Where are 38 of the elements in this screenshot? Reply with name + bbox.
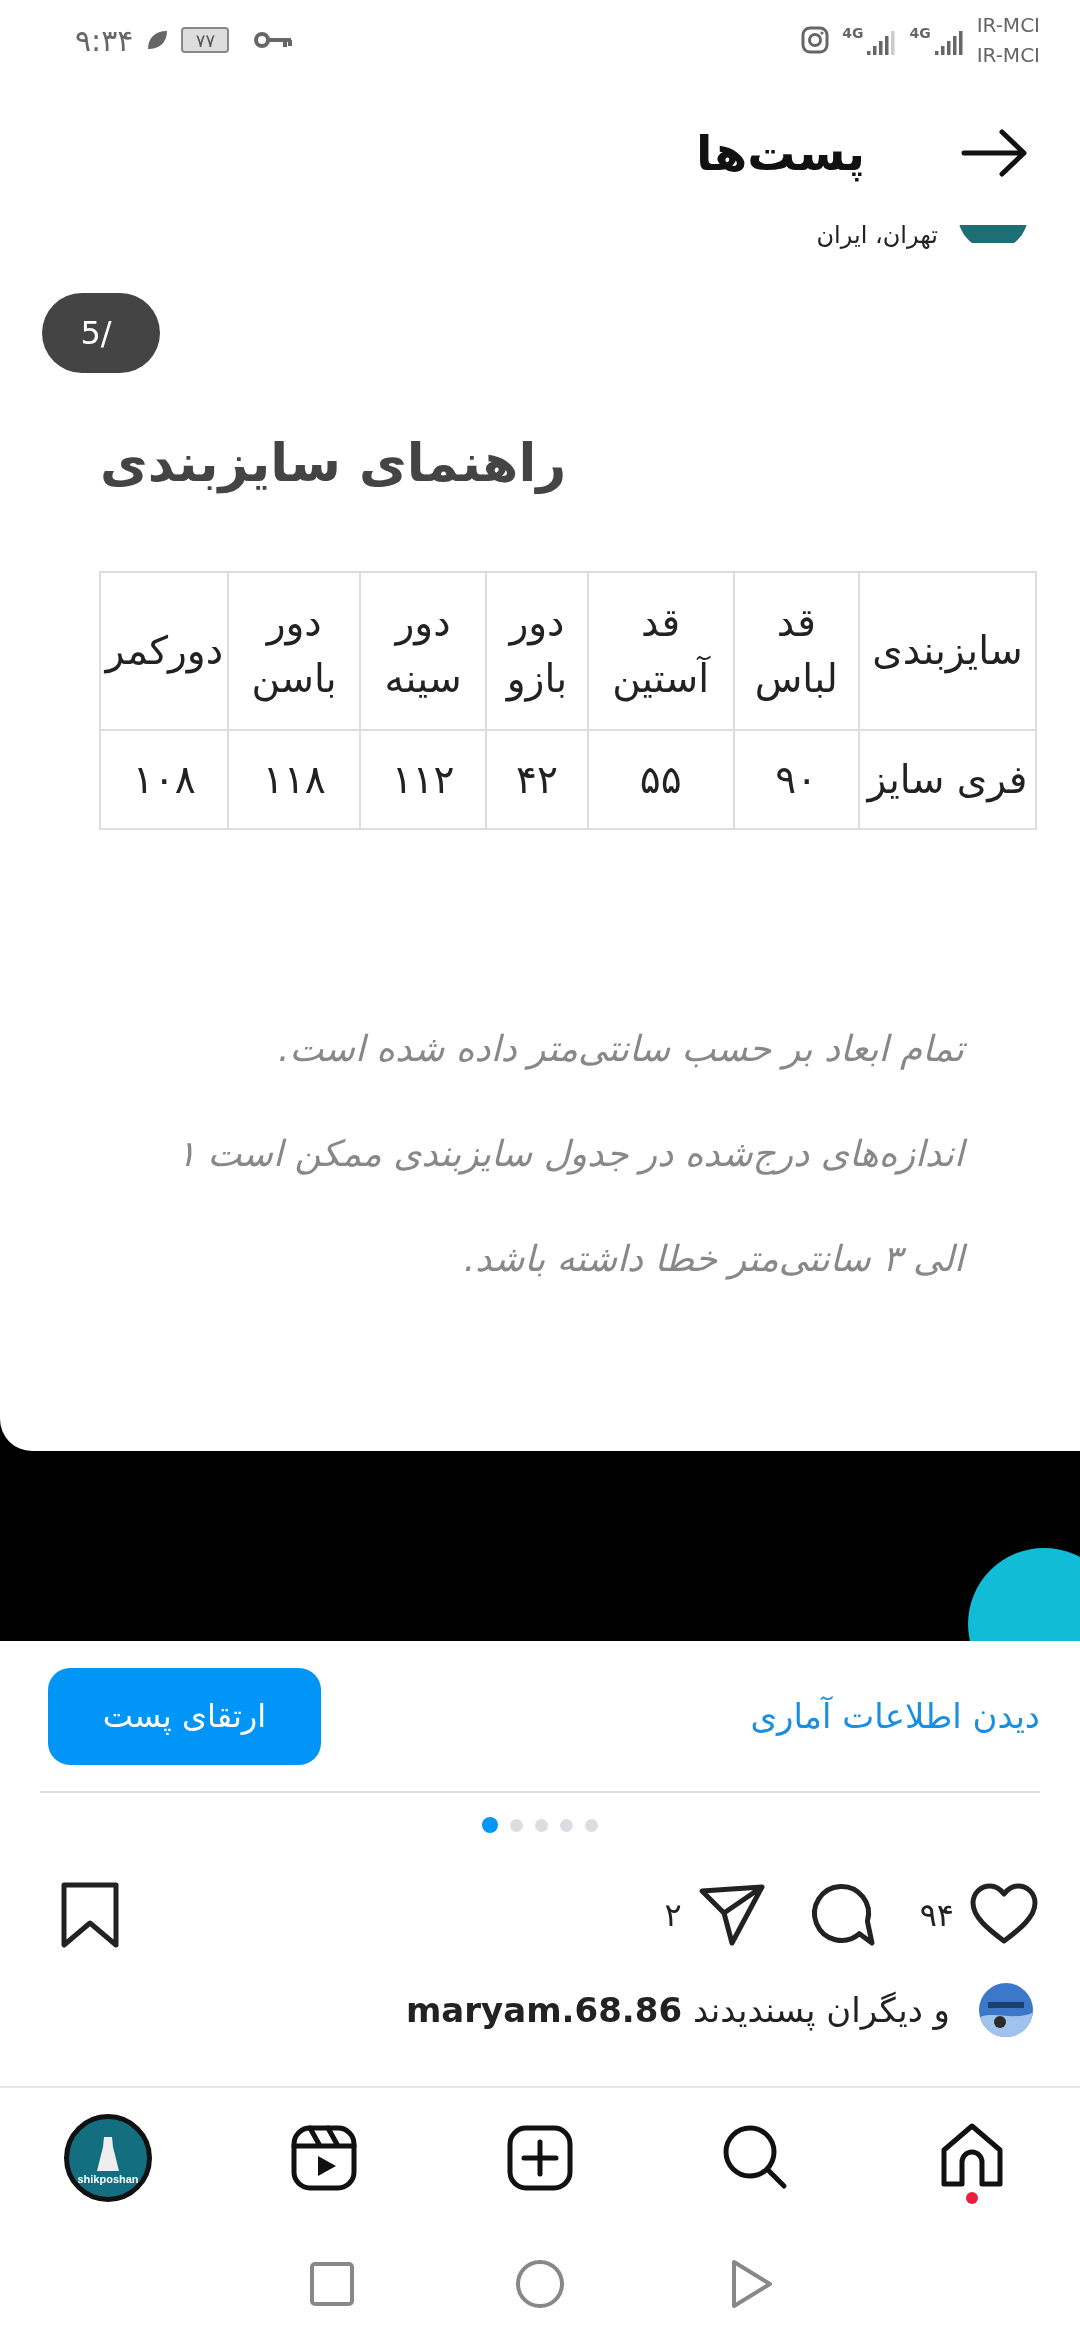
back-button[interactable] [960,127,1030,178]
leaf-icon [145,28,170,52]
table-cell: ۹۰ [733,730,859,829]
note-text: اندازه‌های درج‌شده در جدول سایزبندی ممکن است ۱ الی ۳ سانتی‌متر خطا داشته باشد. [150,1101,968,1311]
table-cell: فری سایز [858,730,1036,829]
column-header: دور سینه [359,572,487,730]
column-header: دور بازو [486,572,588,730]
logo-text: shikposhan [77,2173,139,2185]
column-header: دور باسن [228,572,360,730]
insights-link[interactable]: دیدن اطلاعات آماری [750,1696,1040,1736]
dress-icon [95,2135,121,2173]
table-cell: ۱۱۲ [359,730,487,829]
table-cell: ۴۲ [486,730,588,829]
column-header: قد آستین [587,572,734,730]
chart-title: راهنمای سایزبندی [100,433,567,493]
column-header: قد لباس [733,572,859,730]
clock-time: ۹:۳۴ [75,22,134,58]
column-header: دورکمر [100,572,229,730]
table-cell: ۱۰۸ [100,730,229,829]
network-type: 4G [909,25,931,41]
nav-profile-button[interactable]: shikposhan [0,2108,216,2208]
carrier-name: IR-MCI [976,12,1040,39]
table-cell: ۱۱۸ [228,730,360,829]
table-cell: ۵۵ [587,730,734,829]
column-header: سایزبندی [858,572,1036,730]
arrow-icon [960,127,1030,178]
carrier-name: IR-MCI [976,42,1040,69]
battery-level: ۷۷ [181,27,230,53]
share-count: ۲ [664,1896,682,1934]
slide-counter: 5/ [42,293,160,373]
boost-post-button[interactable]: ارتقای پست [48,1667,321,1765]
network-type: 4G [842,25,864,41]
note-text: تمام ابعاد بر حسب سانتی‌متر داده شده است. [150,996,968,1101]
instagram-icon [800,25,831,55]
page-title: پست‌ها [696,124,865,181]
location-text[interactable]: تهران، ایران [816,225,938,249]
like-count: ۹۴ [919,1896,954,1934]
key-icon [253,29,294,51]
